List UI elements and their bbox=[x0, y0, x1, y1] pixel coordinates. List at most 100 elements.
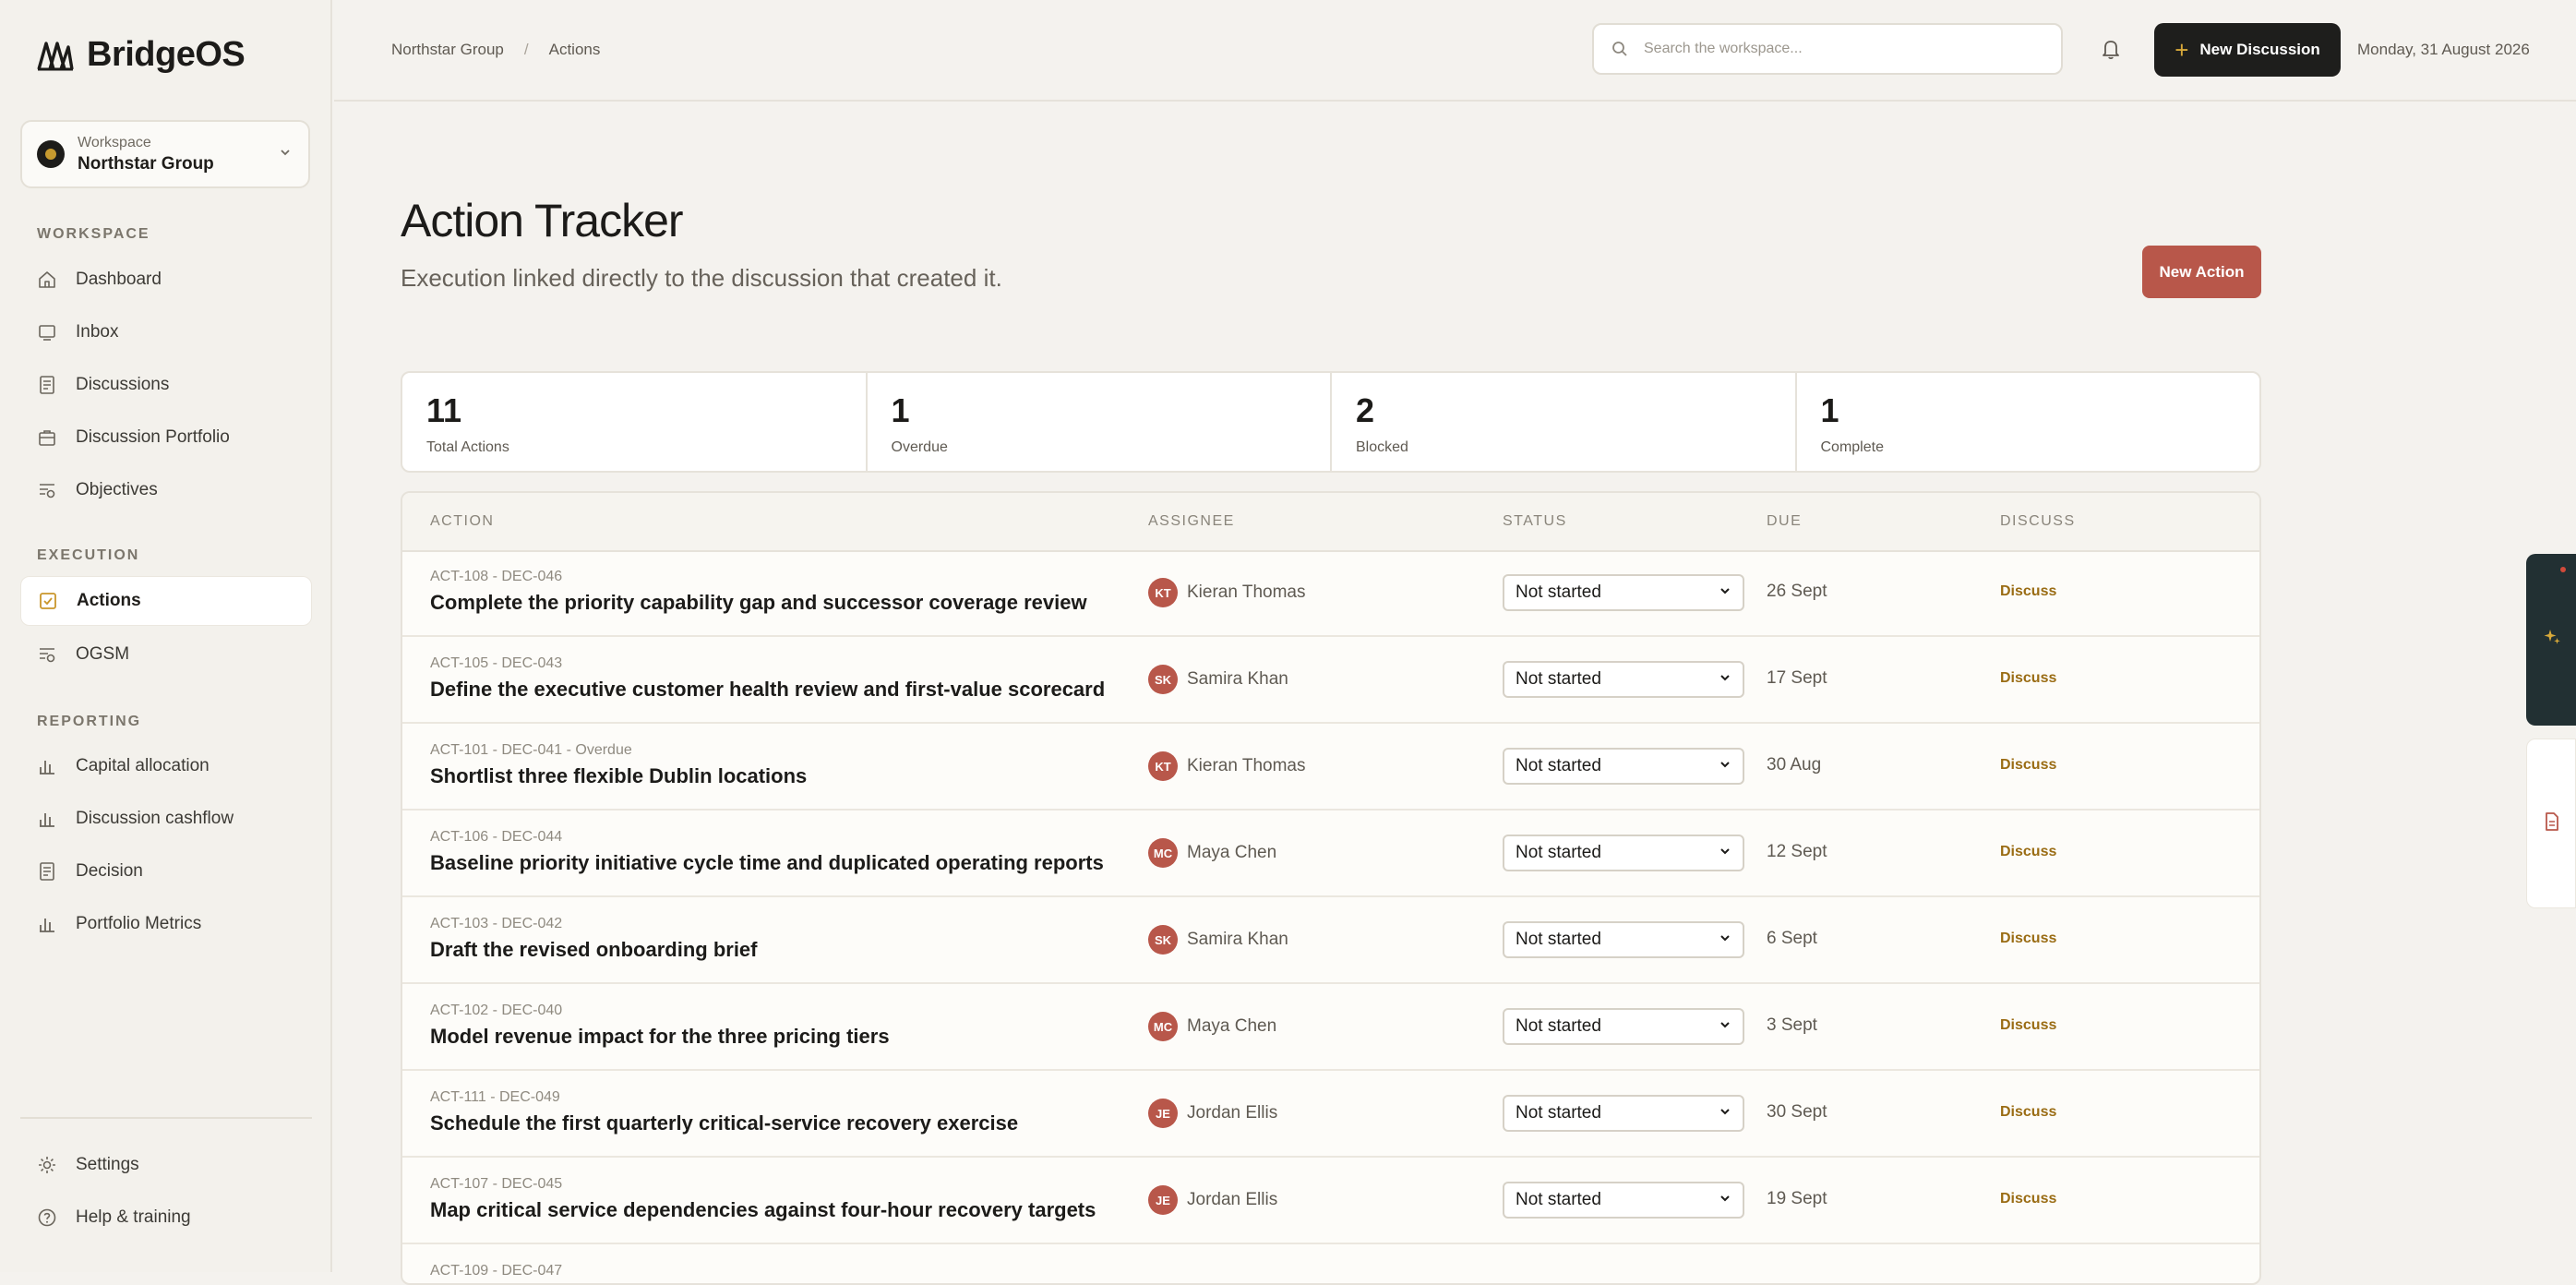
due-date: 30 Sept bbox=[1767, 1102, 1827, 1122]
stat-label: Blocked bbox=[1356, 439, 1408, 455]
discuss-link[interactable]: Discuss bbox=[2000, 1017, 2056, 1034]
document-panel-tab[interactable] bbox=[2526, 739, 2576, 908]
action-title[interactable]: Shortlist three flexible Dublin location… bbox=[430, 764, 807, 788]
status-select[interactable]: Not started bbox=[1503, 661, 1744, 698]
table-row[interactable]: ACT-111 - DEC-049 Schedule the first qua… bbox=[402, 1071, 2259, 1158]
app-name: BridgeOS bbox=[87, 35, 246, 74]
column-header-status[interactable]: STATUS bbox=[1503, 513, 1567, 530]
table-row[interactable]: ACT-106 - DEC-044 Baseline priority init… bbox=[402, 811, 2259, 897]
assignee-name: Maya Chen bbox=[1187, 843, 1277, 862]
table-row[interactable]: ACT-105 - DEC-043 Define the executive c… bbox=[402, 637, 2259, 724]
sidebar-item-decision[interactable]: Decision bbox=[20, 847, 312, 896]
table-row[interactable]: ACT-103 - DEC-042 Draft the revised onbo… bbox=[402, 897, 2259, 984]
sidebar-item-objectives[interactable]: Objectives bbox=[20, 465, 312, 515]
stat-overdue: 1 Overdue bbox=[868, 373, 1332, 471]
avatar: SK bbox=[1148, 925, 1178, 955]
sidebar-item-label: Portfolio Metrics bbox=[76, 914, 202, 933]
sidebar-item-discussion-portfolio[interactable]: Discussion Portfolio bbox=[20, 413, 312, 462]
action-title[interactable]: Map critical service dependencies agains… bbox=[430, 1198, 1096, 1222]
workspace-avatar bbox=[37, 140, 65, 168]
status-select[interactable]: Not started bbox=[1503, 748, 1744, 785]
column-header-assignee[interactable]: ASSIGNEE bbox=[1148, 513, 1235, 530]
sidebar-item-capital-allocation[interactable]: Capital allocation bbox=[20, 741, 312, 791]
table-row[interactable]: ACT-107 - DEC-045 Map critical service d… bbox=[402, 1158, 2259, 1244]
action-title[interactable]: Baseline priority initiative cycle time … bbox=[430, 851, 1104, 875]
action-id: ACT-106 - DEC-044 bbox=[430, 829, 563, 845]
action-title[interactable]: Define the executive customer health rev… bbox=[430, 678, 1105, 702]
sidebar-item-label: Dashboard bbox=[76, 270, 162, 289]
sidebar-item-help[interactable]: Help & training bbox=[20, 1193, 312, 1243]
sidebar-item-discussion-cashflow[interactable]: Discussion cashflow bbox=[20, 794, 312, 844]
discuss-link[interactable]: Discuss bbox=[2000, 1191, 2056, 1207]
sidebar: BridgeOS Workspace Northstar Group WORKS… bbox=[0, 0, 332, 1272]
action-title[interactable]: Complete the priority capability gap and… bbox=[430, 591, 1087, 615]
sidebar-item-discussions[interactable]: Discussions bbox=[20, 360, 312, 410]
discuss-link[interactable]: Discuss bbox=[2000, 844, 2056, 860]
search-input[interactable] bbox=[1642, 40, 2033, 58]
new-discussion-button[interactable]: + New Discussion bbox=[2154, 23, 2341, 77]
status-select[interactable]: Not started bbox=[1503, 574, 1744, 611]
status-select[interactable]: Not started bbox=[1503, 1182, 1744, 1219]
sidebar-item-dashboard[interactable]: Dashboard bbox=[20, 255, 312, 305]
workspace-switcher[interactable]: Workspace Northstar Group bbox=[20, 120, 310, 188]
table-row[interactable]: ACT-102 - DEC-040 Model revenue impact f… bbox=[402, 984, 2259, 1071]
assignee: JE Jordan Ellis bbox=[1148, 1185, 1277, 1215]
search-box[interactable] bbox=[1592, 23, 2063, 75]
column-header-due[interactable]: DUE bbox=[1767, 513, 1802, 530]
avatar: MC bbox=[1148, 1012, 1178, 1041]
chevron-down-icon bbox=[1720, 1022, 1730, 1028]
assignee-name: Kieran Thomas bbox=[1187, 582, 1306, 602]
bar-chart-icon bbox=[37, 756, 57, 776]
action-title[interactable]: Draft the revised onboarding brief bbox=[430, 938, 758, 962]
sidebar-item-portfolio-metrics[interactable]: Portfolio Metrics bbox=[20, 899, 312, 949]
discuss-link[interactable]: Discuss bbox=[2000, 931, 2056, 947]
chevron-down-icon bbox=[1720, 762, 1730, 768]
chevron-down-icon bbox=[1720, 935, 1730, 942]
sidebar-item-ogsm[interactable]: OGSM bbox=[20, 630, 312, 679]
assistant-panel-tab[interactable] bbox=[2526, 554, 2576, 726]
bell-icon[interactable] bbox=[2097, 35, 2125, 63]
status-select[interactable]: Not started bbox=[1503, 835, 1744, 871]
sidebar-item-label: Settings bbox=[76, 1155, 139, 1174]
status-select[interactable]: Not started bbox=[1503, 1008, 1744, 1045]
stat-blocked: 2 Blocked bbox=[1332, 373, 1797, 471]
help-icon bbox=[37, 1207, 57, 1228]
stat-value: 1 bbox=[1820, 391, 1839, 429]
discuss-link[interactable]: Discuss bbox=[2000, 757, 2056, 774]
avatar: KT bbox=[1148, 751, 1178, 781]
avatar: MC bbox=[1148, 838, 1178, 868]
plus-icon: + bbox=[2175, 36, 2189, 64]
status-select[interactable]: Not started bbox=[1503, 921, 1744, 958]
sidebar-item-label: Discussion Portfolio bbox=[76, 427, 230, 447]
sidebar-item-label: Capital allocation bbox=[76, 756, 210, 775]
assignee-name: Jordan Ellis bbox=[1187, 1103, 1278, 1123]
discuss-link[interactable]: Discuss bbox=[2000, 583, 2056, 600]
objectives-icon bbox=[37, 644, 57, 665]
discuss-link[interactable]: Discuss bbox=[2000, 1104, 2056, 1121]
discuss-link[interactable]: Discuss bbox=[2000, 670, 2056, 687]
sidebar-item-actions[interactable]: Actions bbox=[20, 576, 312, 626]
assignee: MC Maya Chen bbox=[1148, 838, 1276, 868]
inbox-icon bbox=[37, 322, 57, 342]
status-value: Not started bbox=[1516, 1103, 1601, 1123]
new-action-button[interactable]: New Action bbox=[2142, 246, 2261, 298]
action-id: ACT-105 - DEC-043 bbox=[430, 655, 563, 671]
objectives-icon bbox=[37, 480, 57, 500]
table-row[interactable]: ACT-101 - DEC-041 - Overdue Shortlist th… bbox=[402, 724, 2259, 811]
action-title[interactable]: Schedule the first quarterly critical-se… bbox=[430, 1111, 1018, 1135]
chevron-down-icon bbox=[1720, 588, 1730, 594]
action-title[interactable]: Model revenue impact for the three prici… bbox=[430, 1025, 890, 1049]
stat-value: 2 bbox=[1356, 391, 1375, 429]
table-row[interactable]: ACT-109 - DEC-047 bbox=[402, 1244, 2259, 1283]
app-logo[interactable]: BridgeOS bbox=[37, 35, 246, 75]
status-select[interactable]: Not started bbox=[1503, 1095, 1744, 1132]
status-value: Not started bbox=[1516, 1016, 1601, 1036]
action-id: ACT-111 - DEC-049 bbox=[430, 1089, 560, 1105]
avatar: JE bbox=[1148, 1099, 1178, 1128]
table-row[interactable]: ACT-108 - DEC-046 Complete the priority … bbox=[402, 550, 2259, 637]
sidebar-item-label: Actions bbox=[77, 591, 141, 610]
breadcrumb-item-workspace[interactable]: Northstar Group bbox=[391, 41, 504, 59]
column-header-action[interactable]: ACTION bbox=[430, 513, 494, 530]
sidebar-item-inbox[interactable]: Inbox bbox=[20, 307, 312, 357]
sidebar-item-settings[interactable]: Settings bbox=[20, 1140, 312, 1190]
